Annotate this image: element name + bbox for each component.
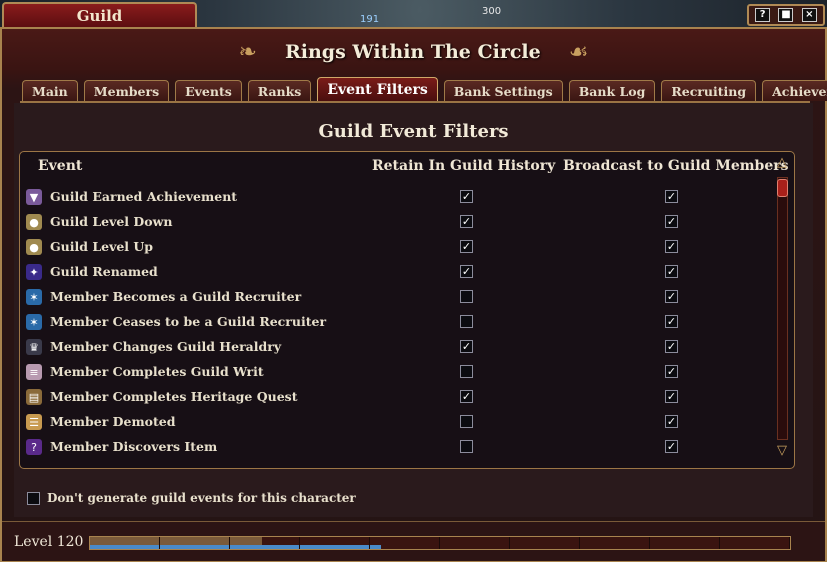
scroll-icon: ≡: [26, 364, 42, 380]
window-controls: ? ■ ×: [747, 4, 825, 26]
guild-window: ❧ Rings Within The Circle ☙ Main Members E…: [0, 27, 827, 562]
event-list: Event Retain In Guild History Broadcast …: [19, 151, 795, 469]
title-bar: ❧ Rings Within The Circle ☙: [2, 29, 825, 75]
broadcast-checkbox[interactable]: ✓: [665, 315, 678, 328]
retain-checkbox[interactable]: [460, 415, 473, 428]
broadcast-checkbox[interactable]: ✓: [665, 390, 678, 403]
tab-events[interactable]: Events: [175, 80, 242, 101]
retain-checkbox[interactable]: ✓: [460, 340, 473, 353]
achievement-icon: ▼: [26, 189, 42, 205]
event-label: Member Demoted: [50, 414, 176, 429]
list-item: ? Member Discovers Item ✓: [20, 435, 770, 460]
retain-checkbox[interactable]: ✓: [460, 215, 473, 228]
tab-bar: Main Members Events Ranks Event Filters Bank …: [22, 77, 827, 101]
column-header-broadcast: Broadcast to Guild Members: [563, 158, 789, 174]
scrollbar-thumb[interactable]: [777, 179, 788, 197]
flourish-right-icon: ☙: [568, 39, 589, 65]
broadcast-checkbox[interactable]: ✓: [665, 190, 678, 203]
event-label: Guild Renamed: [50, 264, 158, 279]
crown-icon: ♛: [26, 339, 42, 355]
list-item: ● Guild Level Up ✓ ✓: [20, 235, 770, 260]
retain-checkbox[interactable]: ✓: [460, 240, 473, 253]
column-header-event: Event: [38, 158, 83, 174]
retain-checkbox[interactable]: [460, 365, 473, 378]
event-label: Member Completes Guild Writ: [50, 364, 264, 379]
scrollbar-track[interactable]: [777, 177, 788, 440]
list-item: ✶ Member Ceases to be a Guild Recruiter ✓: [20, 310, 770, 335]
minimize-button[interactable]: ■: [778, 8, 794, 22]
tab-main[interactable]: Main: [22, 80, 78, 101]
list-item: ≡ Member Completes Guild Writ ✓: [20, 360, 770, 385]
tab-members[interactable]: Members: [83, 80, 170, 101]
disable-events-label: Don't generate guild events for this cha…: [47, 491, 356, 505]
event-label: Member Completes Heritage Quest: [50, 389, 298, 404]
disable-events-checkbox[interactable]: [27, 492, 40, 505]
list-item: ✦ Guild Renamed ✓ ✓: [20, 260, 770, 285]
tab-bank-log[interactable]: Bank Log: [568, 80, 656, 101]
level-label: Level 120: [14, 534, 84, 550]
list-item: ☰ Member Demoted ✓: [20, 410, 770, 435]
retain-checkbox[interactable]: ✓: [460, 390, 473, 403]
event-label: Member Becomes a Guild Recruiter: [50, 289, 302, 304]
bag-icon: ●: [26, 239, 42, 255]
guild-name-title: Rings Within The Circle: [284, 41, 541, 63]
guild-window-tab[interactable]: Guild: [2, 2, 197, 28]
scroll-down-icon[interactable]: ▽: [774, 444, 790, 458]
document-icon: ☰: [26, 414, 42, 430]
broadcast-checkbox[interactable]: ✓: [665, 265, 678, 278]
broadcast-checkbox[interactable]: ✓: [665, 415, 678, 428]
close-button[interactable]: ×: [801, 8, 817, 22]
help-button[interactable]: ?: [755, 8, 771, 22]
event-label: Guild Level Down: [50, 214, 173, 229]
list-item: ▼ Guild Earned Achievement ✓ ✓: [20, 185, 770, 210]
section-title: Guild Event Filters: [318, 121, 509, 142]
event-label: Guild Earned Achievement: [50, 189, 238, 204]
event-label: Guild Level Up: [50, 239, 154, 254]
recruiter-icon: ✶: [26, 314, 42, 330]
level-bar-area: Level 120: [2, 521, 825, 561]
book-icon: ▤: [26, 389, 42, 405]
tab-recruiting[interactable]: Recruiting: [661, 80, 757, 101]
list-item: ▤ Member Completes Heritage Quest ✓ ✓: [20, 385, 770, 410]
column-header-retain: Retain In Guild History: [372, 158, 556, 174]
tab-bank-settings[interactable]: Bank Settings: [443, 80, 563, 101]
hud-number: 300: [482, 6, 502, 17]
bag-icon: ●: [26, 214, 42, 230]
scroll-up-icon[interactable]: △: [774, 156, 790, 170]
broadcast-checkbox[interactable]: ✓: [665, 440, 678, 453]
broadcast-checkbox[interactable]: ✓: [665, 340, 678, 353]
recruiter-icon: ✶: [26, 289, 42, 305]
broadcast-checkbox[interactable]: ✓: [665, 365, 678, 378]
experience-bar: [89, 536, 791, 550]
event-filters-panel: Guild Event Filters Event Retain In Guil…: [14, 103, 813, 517]
retain-checkbox[interactable]: ✓: [460, 190, 473, 203]
list-item: ● Guild Level Down ✓ ✓: [20, 210, 770, 235]
retain-checkbox[interactable]: [460, 290, 473, 303]
tab-ranks[interactable]: Ranks: [247, 80, 312, 101]
sparkle-icon: ✦: [26, 264, 42, 280]
event-label: Member Changes Guild Heraldry: [50, 339, 282, 354]
tab-event-filters[interactable]: Event Filters: [317, 77, 438, 101]
list-item: ✶ Member Becomes a Guild Recruiter ✓: [20, 285, 770, 310]
flourish-left-icon: ❧: [238, 39, 257, 65]
question-icon: ?: [26, 439, 42, 455]
retain-checkbox[interactable]: [460, 315, 473, 328]
list-item: ♛ Member Changes Guild Heraldry ✓ ✓: [20, 335, 770, 360]
retain-checkbox[interactable]: [460, 440, 473, 453]
event-label: Member Ceases to be a Guild Recruiter: [50, 314, 327, 329]
broadcast-checkbox[interactable]: ✓: [665, 290, 678, 303]
broadcast-checkbox[interactable]: ✓: [665, 215, 678, 228]
event-label: Member Discovers Item: [50, 439, 218, 454]
tab-achievemen[interactable]: Achievemen: [762, 80, 827, 101]
broadcast-checkbox[interactable]: ✓: [665, 240, 678, 253]
experience-segments: [90, 537, 790, 549]
hud-number: 191: [360, 14, 380, 25]
retain-checkbox[interactable]: ✓: [460, 265, 473, 278]
